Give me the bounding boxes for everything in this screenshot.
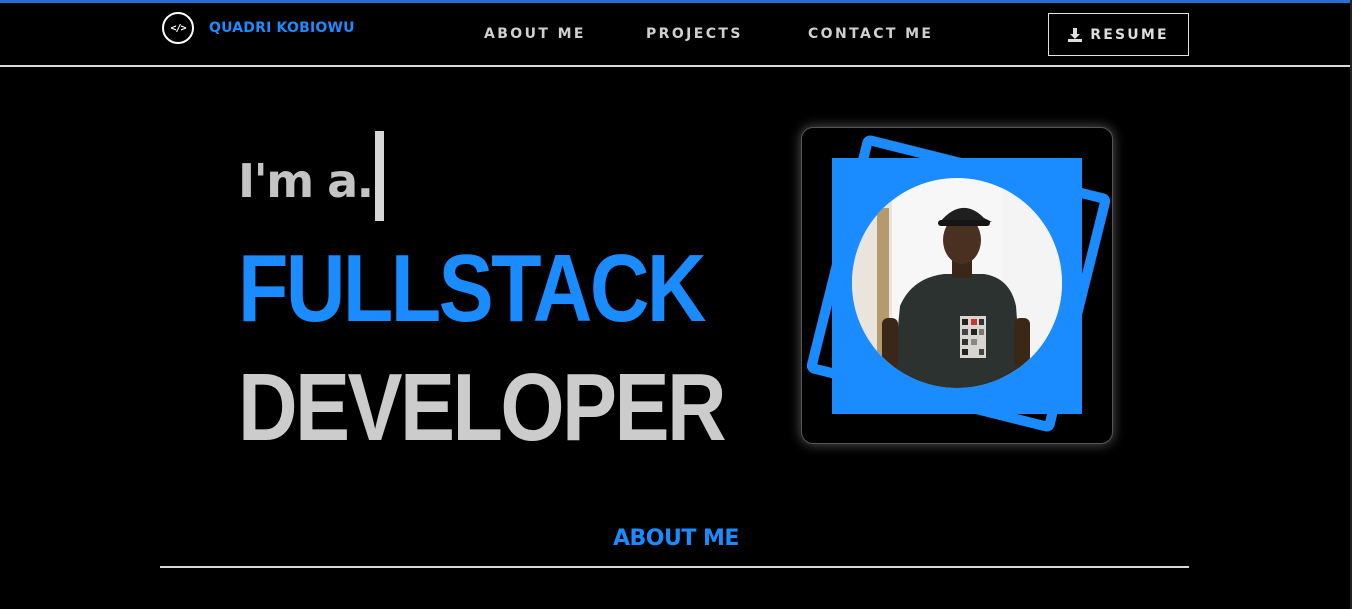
person-illustration — [852, 178, 1062, 388]
nav-projects[interactable]: PROJECTS — [646, 26, 743, 42]
about-section-title: ABOUT ME — [613, 526, 739, 551]
navbar: </> QUADRI KOBIOWU ABOUT ME PROJECTS CON… — [0, 3, 1352, 67]
hero-title-fullstack: FULLSTACK — [238, 235, 707, 342]
resume-label: RESUME — [1090, 26, 1169, 43]
nav-contact-me[interactable]: CONTACT ME — [808, 26, 933, 42]
typing-caret — [375, 131, 384, 221]
profile-photo — [852, 178, 1062, 388]
hero-title-developer: DEVELOPER — [238, 354, 727, 461]
hero-intro: I'm a. — [238, 154, 374, 208]
section-divider — [160, 566, 1189, 568]
resume-button[interactable]: RESUME — [1048, 13, 1189, 56]
nav-about-me[interactable]: ABOUT ME — [484, 26, 586, 42]
profile-photo-card — [801, 127, 1113, 444]
download-icon — [1068, 27, 1083, 42]
